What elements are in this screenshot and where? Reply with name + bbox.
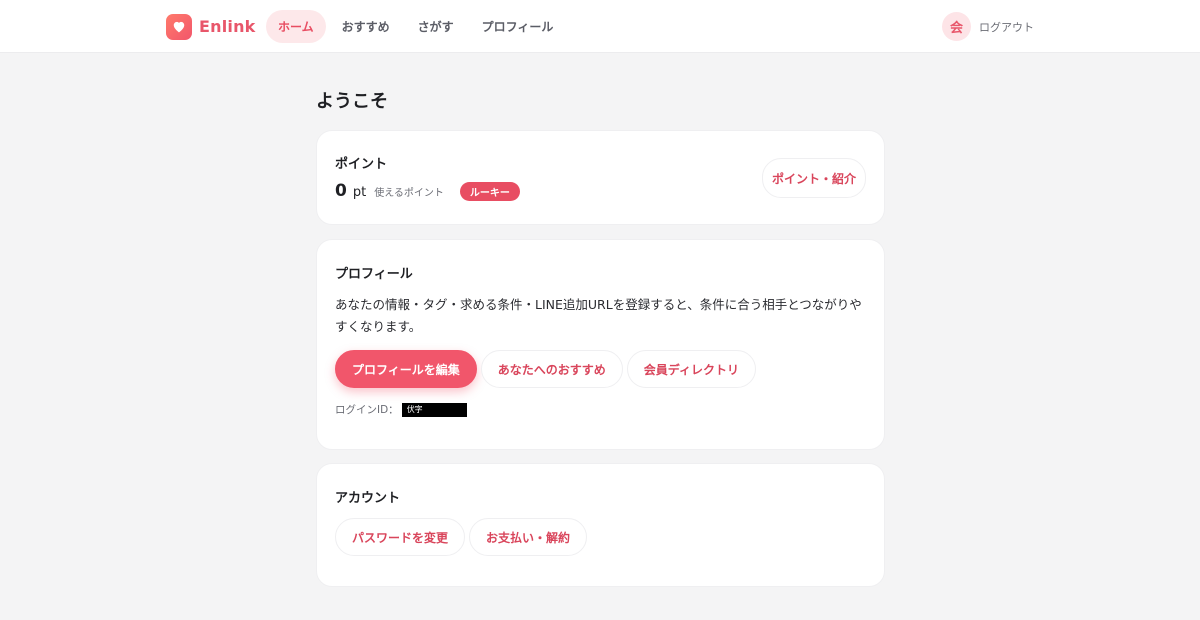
rank-badge: ルーキー	[459, 181, 520, 201]
member-directory-button[interactable]: 会員ディレクトリ	[626, 350, 756, 388]
heart-icon	[166, 13, 192, 40]
nav-home[interactable]: ホーム	[266, 10, 326, 43]
recommendations-button[interactable]: あなたへのおすすめ	[480, 350, 623, 388]
account-card: アカウント パスワードを変更 お支払い・解約	[316, 463, 885, 587]
top-header: Enlink ホーム おすすめ さがす プロフィール 会 ログアウト	[0, 0, 1200, 53]
points-referral-button[interactable]: ポイント・紹介	[762, 158, 866, 198]
login-id-value: 伏字	[401, 402, 467, 417]
points-sub-label: 使えるポイント	[374, 188, 444, 199]
login-id-row: ログインID： 伏字	[335, 402, 467, 417]
logout-link[interactable]: ログアウト	[979, 19, 1034, 35]
user-area: 会 ログアウト	[942, 12, 1034, 41]
profile-title: プロフィール	[335, 267, 413, 282]
points-unit: pt	[352, 185, 367, 200]
nav-profile[interactable]: プロフィール	[470, 10, 566, 43]
page-title: ようこそ	[316, 91, 388, 112]
change-password-button[interactable]: パスワードを変更	[335, 518, 466, 556]
profile-actions: プロフィールを編集 あなたへのおすすめ 会員ディレクトリ	[335, 350, 756, 388]
points-title: ポイント	[335, 157, 388, 172]
brand-logo[interactable]: Enlink	[166, 13, 256, 40]
login-id-label: ログインID：	[335, 404, 399, 416]
profile-description: あなたの情報・タグ・求める条件・LINE追加URLを登録すると、条件に合う相手と…	[335, 297, 862, 334]
profile-card: プロフィール あなたの情報・タグ・求める条件・LINE追加URLを登録すると、条…	[316, 239, 885, 450]
billing-cancel-button[interactable]: お支払い・解約	[469, 518, 588, 556]
edit-profile-button[interactable]: プロフィールを編集	[335, 350, 477, 388]
nav-recommend[interactable]: おすすめ	[330, 10, 402, 43]
main-nav: ホーム おすすめ さがす プロフィール	[266, 10, 569, 43]
points-summary: 0 pt 使えるポイント ルーキー	[335, 181, 520, 201]
account-actions: パスワードを変更 お支払い・解約	[335, 518, 588, 556]
account-title: アカウント	[335, 491, 401, 506]
avatar[interactable]: 会	[942, 12, 971, 41]
points-card: ポイント 0 pt 使えるポイント ルーキー ポイント・紹介	[316, 130, 885, 225]
brand-name: Enlink	[199, 17, 256, 36]
nav-search[interactable]: さがす	[406, 10, 466, 43]
main-content: ようこそ ポイント 0 pt 使えるポイント ルーキー ポイント・紹介 プロフィ…	[316, 88, 885, 587]
points-value: 0	[335, 181, 347, 201]
